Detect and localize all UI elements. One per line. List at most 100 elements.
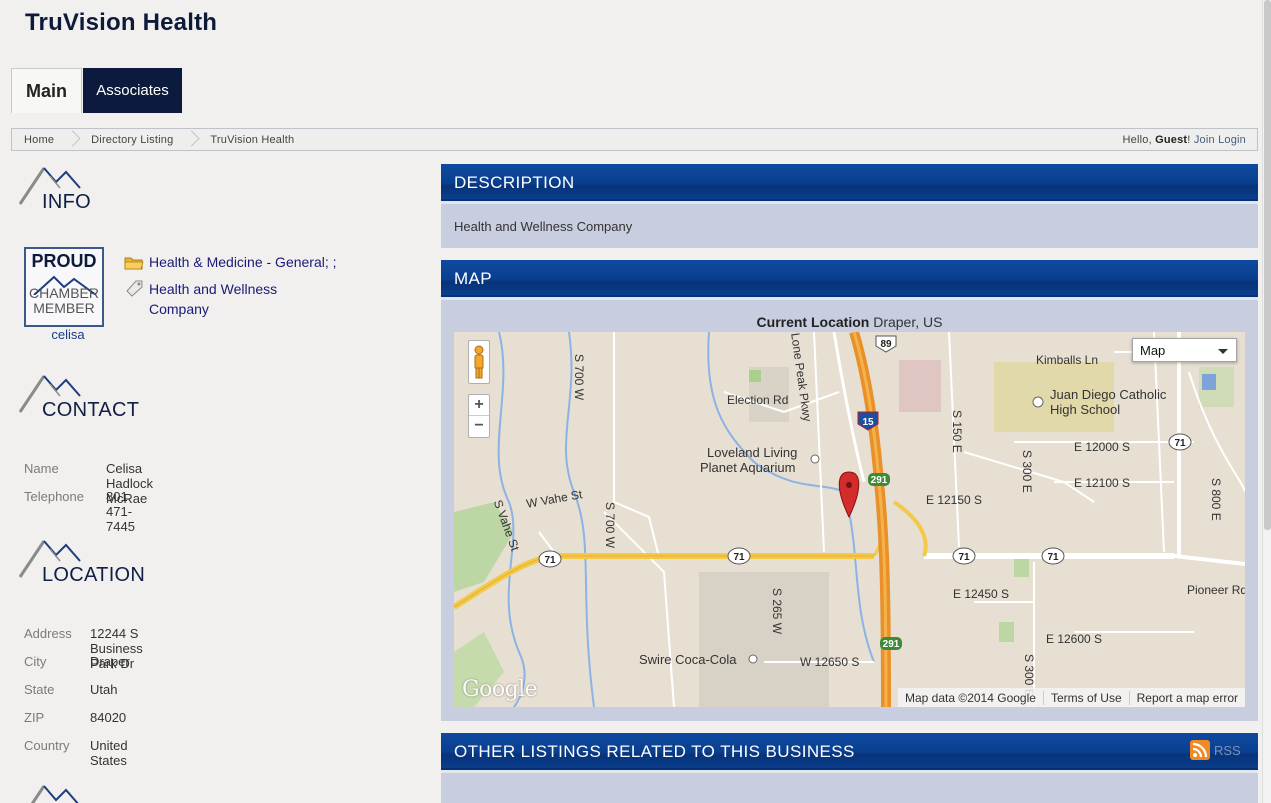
map-label-e12000: E 12000 S	[1074, 440, 1131, 454]
zoom-out-button[interactable]: −	[469, 416, 489, 437]
tab-bar: Main Associates	[11, 68, 182, 113]
current-location-label: Current Location	[756, 314, 870, 330]
user-greeting: Hello, Guest! Join Login	[1123, 134, 1257, 146]
location-title: LOCATION	[42, 564, 146, 586]
tag-link-line2[interactable]: Company	[149, 299, 277, 319]
badge-proud-text: PROUD	[31, 251, 97, 271]
map-label-kimballs: Kimballs Ln	[1036, 353, 1099, 367]
rss-label: RSS	[1214, 742, 1241, 758]
breadcrumb: Home Directory Listing TruVision Health …	[11, 128, 1258, 151]
state-label: State	[24, 682, 55, 697]
route-71-shield: 71	[1047, 552, 1059, 563]
map-label-s150e: S 150 E	[950, 410, 964, 453]
breadcrumb-current: TruVision Health	[210, 133, 295, 146]
map-label-high-school: High School	[1050, 402, 1121, 417]
breadcrumb-directory-listing[interactable]: Directory Listing	[79, 129, 186, 150]
page-scrollbar[interactable]	[1262, 0, 1271, 803]
tab-main[interactable]: Main	[11, 68, 82, 113]
folder-icon	[124, 257, 144, 270]
mountain-logo-icon	[30, 785, 79, 803]
description-title: DESCRIPTION	[454, 172, 575, 192]
route-89-shield: 89	[880, 339, 892, 350]
join-link[interactable]: Join	[1194, 134, 1215, 146]
location-row: City Draper	[24, 654, 130, 669]
map-label-loveland-1: Loveland Living	[707, 445, 798, 460]
map-title: MAP	[454, 268, 493, 288]
tag-row: Health and Wellness Company	[124, 279, 277, 319]
info-heading: INFO	[18, 164, 218, 214]
location-row: Country United States	[24, 738, 128, 768]
map-type-select[interactable]: Map	[1132, 338, 1237, 362]
route-291-shield: 291	[871, 475, 888, 486]
map-label-s800e: S 800 E	[1209, 478, 1223, 521]
map-label-loveland-2: Planet Aquarium	[700, 460, 796, 475]
route-71-shield: 71	[733, 552, 745, 563]
badge-member-text: MEMBER	[33, 300, 95, 316]
next-section-heading	[18, 782, 218, 803]
state-value: Utah	[90, 682, 118, 697]
login-link[interactable]: Login	[1218, 134, 1246, 146]
contact-name-row: Name Celisa Hadlock McRae	[24, 461, 153, 506]
contact-phone-value: 801 471-7445	[106, 489, 135, 534]
rss-icon	[1190, 740, 1210, 760]
map-header: MAP	[441, 260, 1258, 300]
address-label: Address	[24, 626, 72, 641]
contact-heading: CONTACT	[18, 372, 218, 422]
zip-value: 84020	[90, 710, 127, 725]
category-row: Health & Medicine - General; ;	[124, 254, 337, 272]
contact-name-label: Name	[24, 461, 59, 476]
map-label-election-rd: Election Rd	[727, 393, 789, 407]
location-row: ZIP 84020	[24, 710, 126, 725]
guest-name: Guest	[1155, 133, 1188, 146]
breadcrumb-separator	[186, 129, 198, 150]
city-value: Draper	[90, 654, 130, 669]
other-listings-body	[441, 773, 1258, 803]
tab-associates[interactable]: Associates	[83, 68, 182, 113]
breadcrumb-home[interactable]: Home	[12, 129, 67, 150]
description-header: DESCRIPTION	[441, 164, 1258, 204]
map-type-value: Map	[1140, 343, 1166, 358]
contact-phone-label: Telephone	[24, 489, 84, 504]
map-label-s265w: S 265 W	[770, 588, 784, 635]
greeting-text: Hello,	[1122, 133, 1152, 146]
tag-link-line1[interactable]: Health and Wellness	[149, 279, 277, 299]
category-link[interactable]: Health & Medicine - General; ;	[149, 254, 337, 272]
map-label-swire: Swire Coca-Cola	[639, 652, 737, 667]
map-view[interactable]: 71 71 71 71 71 89 15 291 291 Kimballs Ln…	[454, 332, 1245, 707]
contact-phone-row: Telephone 801 471-7445	[24, 489, 135, 534]
map-label-e12150: E 12150 S	[926, 493, 983, 507]
location-row: Address 12244 S Business Park Dr	[24, 626, 143, 671]
breadcrumb-separator	[67, 129, 79, 150]
map-label-e12100: E 12100 S	[1074, 476, 1131, 490]
terms-of-use-link[interactable]: Terms of Use	[1042, 690, 1129, 705]
map-label-s700w: S 700 W	[572, 354, 586, 401]
map-label-e12450: E 12450 S	[953, 587, 1010, 601]
map-label-juan-diego: Juan Diego Catholic	[1050, 387, 1167, 402]
map-attribution: Map data ©2014 Google Terms of Use Repor…	[898, 688, 1245, 707]
proud-chamber-member-badge: PROUD CHAMBER MEMBER	[24, 247, 104, 327]
tag-icon	[126, 280, 143, 297]
interstate-15-shield: 15	[862, 417, 874, 428]
site-title: TruVision Health	[25, 9, 218, 36]
google-logo[interactable]: Google	[462, 677, 538, 702]
current-location-value: Draper, US	[873, 314, 943, 330]
contact-title: CONTACT	[42, 399, 140, 421]
chevron-down-icon	[1218, 349, 1228, 354]
route-71-shield: 71	[1174, 438, 1186, 449]
report-map-error-link[interactable]: Report a map error	[1128, 690, 1245, 705]
street-view-pegman-icon[interactable]	[468, 340, 490, 384]
map-label-e12600: E 12600 S	[1046, 632, 1103, 646]
map-label-s700w: S 700 W	[603, 502, 617, 549]
greeting-punct: !	[1187, 133, 1191, 146]
zoom-in-button[interactable]: +	[469, 395, 489, 416]
map-label-w12650: W 12650 S	[800, 655, 860, 669]
description-text: Health and Wellness Company	[454, 219, 633, 234]
route-71-shield: 71	[958, 552, 970, 563]
info-title: INFO	[42, 191, 91, 213]
rss-link[interactable]: RSS	[1190, 740, 1241, 760]
other-listings-header: OTHER LISTINGS RELATED TO THIS BUSINESS	[441, 733, 1258, 773]
city-label: City	[24, 654, 47, 669]
zoom-control: + −	[468, 394, 490, 438]
scrollbar-thumb[interactable]	[1264, 0, 1271, 530]
badge-username-link[interactable]: celisa	[24, 327, 112, 342]
